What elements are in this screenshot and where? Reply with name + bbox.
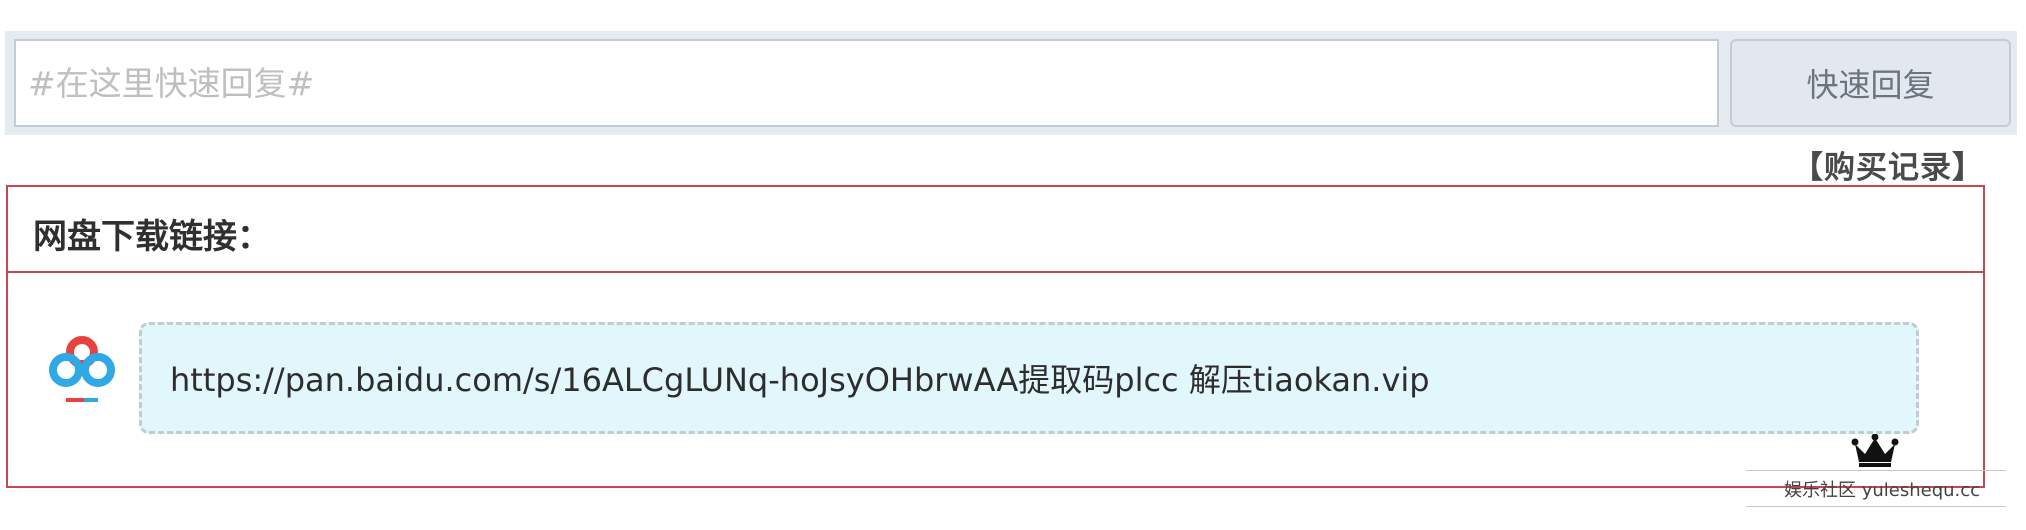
quick-reply-button[interactable]: 快速回复 (1730, 39, 2011, 127)
watermark-divider-top (1746, 470, 2006, 471)
crown-icon (1851, 434, 1899, 467)
watermark-divider-bottom (1746, 506, 2006, 507)
quick-reply-bar: 快速回复 (5, 31, 2017, 135)
download-section: 网盘下载链接： https://pan.baidu.com/s/16ALCgLU… (6, 185, 1985, 488)
purchase-record-link[interactable]: 【购买记录】 (1792, 142, 1984, 187)
baidu-netdisk-icon (49, 336, 115, 402)
netdisk-link-box[interactable]: https://pan.baidu.com/s/16ALCgLUNq-hoJsy… (139, 322, 1919, 434)
watermark: 娱乐社区 yuleshequ.cc (1746, 434, 2006, 508)
watermark-text: 娱乐社区 yuleshequ.cc (1784, 480, 1981, 501)
netdisk-link-text[interactable]: https://pan.baidu.com/s/16ALCgLUNq-hoJsy… (170, 355, 1430, 401)
download-header: 网盘下载链接： (8, 187, 1983, 273)
download-title: 网盘下载链接： (33, 217, 271, 257)
quick-reply-input[interactable] (14, 39, 1719, 127)
